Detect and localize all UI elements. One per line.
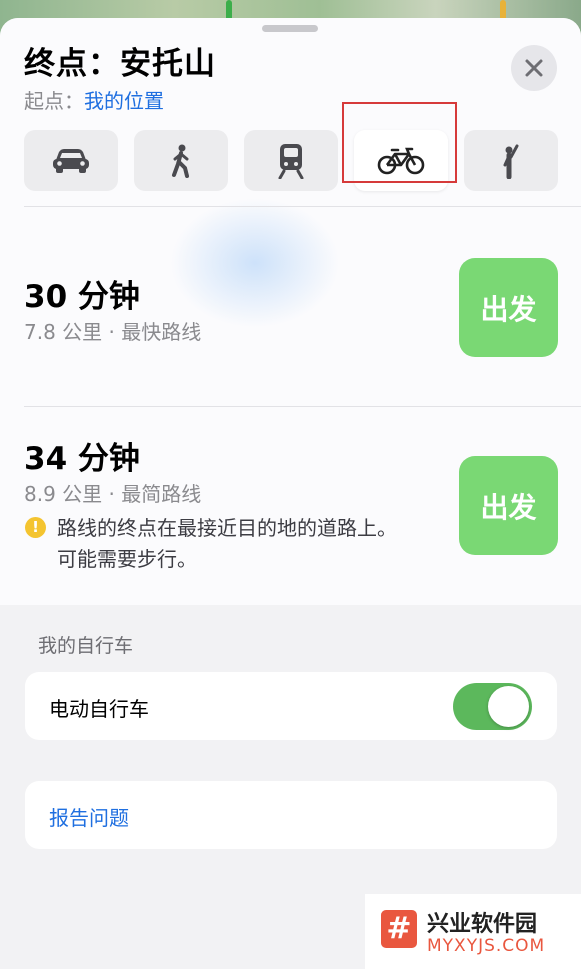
- mode-walk-button[interactable]: [134, 130, 228, 191]
- origin-value-link[interactable]: 我的位置: [84, 89, 164, 113]
- divider: [24, 406, 581, 407]
- report-issue-row[interactable]: 报告问题: [25, 781, 557, 849]
- ebike-toggle[interactable]: [453, 683, 532, 730]
- ebike-setting-row: 电动自行车: [25, 672, 557, 740]
- destination-title: 终点：安托山: [24, 46, 216, 82]
- route-2-go-button[interactable]: 出发: [459, 456, 558, 555]
- watermark-logo: #: [381, 910, 417, 948]
- route-2-warning: 路线的终点在最接近目的地的道路上。 可能需要步行。: [57, 516, 397, 571]
- route-1-go-button[interactable]: 出发: [459, 258, 558, 357]
- hailing-person-icon: [503, 144, 519, 179]
- close-icon: [525, 59, 543, 77]
- close-button[interactable]: [511, 45, 557, 91]
- route-1-details: 7.8 公里 · 最快路线: [24, 320, 202, 344]
- car-icon: [53, 148, 89, 173]
- origin-line: 起点：我的位置: [24, 85, 164, 114]
- background-glow: [170, 198, 340, 328]
- report-issue-link[interactable]: 报告问题: [49, 802, 129, 831]
- route-1-time: 30 分钟: [24, 279, 140, 315]
- route-2-time: 34 分钟: [24, 441, 140, 477]
- my-bike-section-title: 我的自行车: [38, 635, 134, 657]
- selected-mode-highlight: [342, 102, 457, 183]
- sheet-grabber[interactable]: [262, 25, 318, 32]
- watermark-url: MYXYJS.COM: [427, 936, 546, 956]
- toggle-knob: [488, 686, 529, 727]
- watermark-name: 兴业软件园: [427, 912, 538, 937]
- mode-car-button[interactable]: [24, 130, 118, 191]
- walking-person-icon: [172, 144, 189, 178]
- ebike-label: 电动自行车: [49, 697, 149, 721]
- mode-transit-button[interactable]: [244, 130, 338, 191]
- origin-label: 起点：: [24, 89, 84, 113]
- divider: [24, 206, 581, 207]
- warning-icon: !: [25, 517, 46, 538]
- mode-ride-hailing-button[interactable]: [464, 130, 558, 191]
- route-2-details: 8.9 公里 · 最简路线: [24, 482, 202, 506]
- directions-sheet: 终点：安托山 起点：我的位置 30 分钟 7.8 公里 · 最快路线 出发 34…: [0, 18, 581, 969]
- train-icon: [278, 143, 304, 179]
- watermark: # 兴业软件园 MYXYJS.COM: [365, 894, 581, 969]
